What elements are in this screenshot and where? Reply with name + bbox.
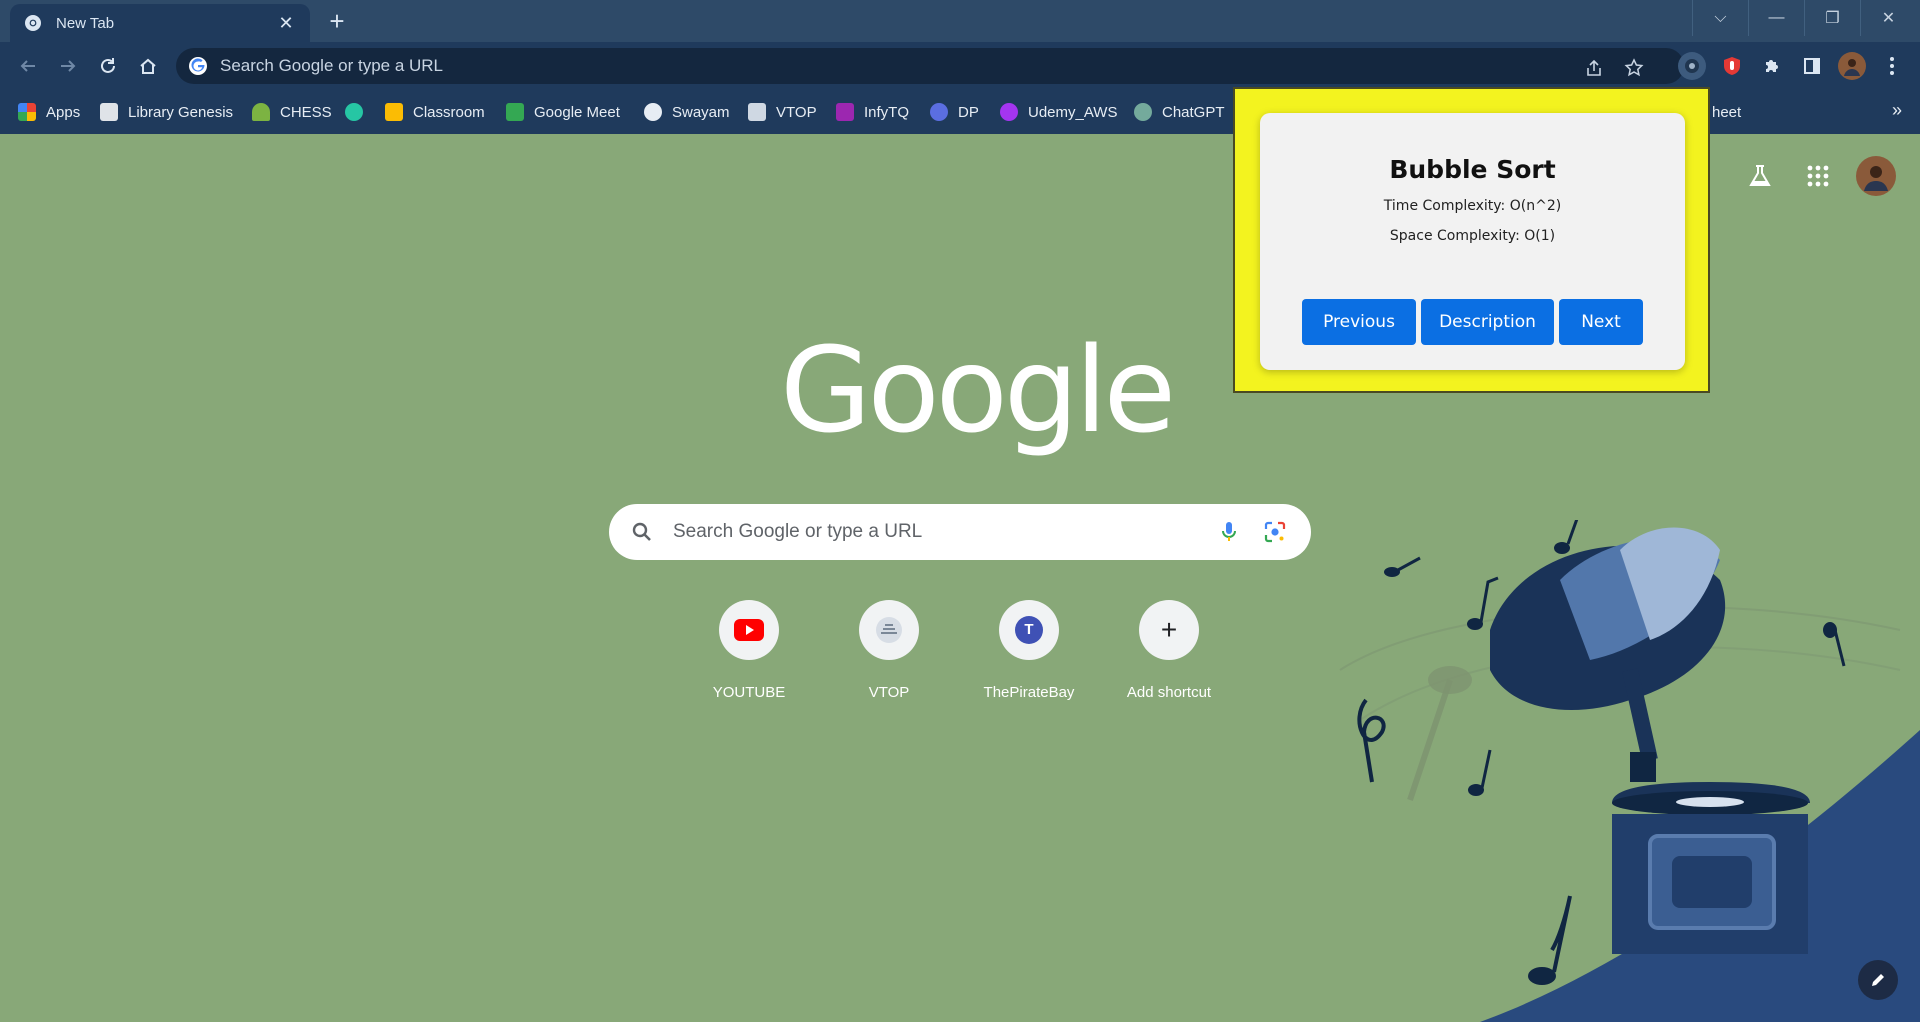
space-complexity: Space Complexity: O(1) — [1389, 228, 1556, 244]
minimize-icon: — — [1768, 9, 1785, 26]
bookmark-apps[interactable]: Apps — [18, 100, 80, 124]
tab-title: New Tab — [56, 14, 115, 32]
toolbar — [0, 42, 1920, 90]
vtop-icon — [876, 617, 902, 643]
bookmark-chess[interactable]: CHESS — [252, 100, 332, 124]
restore-icon: ❐ — [1825, 10, 1840, 27]
bookmark-chatgpt[interactable]: ChatGPT — [1134, 100, 1225, 124]
youtube-icon — [734, 619, 764, 641]
bookmark-sheet[interactable]: heet — [1712, 100, 1741, 124]
back-button[interactable] — [14, 52, 42, 80]
chess-pawn-icon — [252, 103, 270, 121]
shortcut-label: Add shortcut — [1126, 684, 1212, 701]
time-complexity: Time Complexity: O(n^2) — [1383, 198, 1562, 214]
google-apps-icon[interactable] — [1798, 156, 1838, 196]
new-tab-button[interactable]: + — [322, 8, 352, 36]
shortcut-add[interactable]: + Add shortcut — [1109, 600, 1229, 701]
tab-close-icon[interactable]: ✕ — [276, 13, 296, 34]
bookmark-library-genesis[interactable]: Library Genesis — [100, 100, 233, 124]
dp-icon — [930, 103, 948, 121]
google-g-icon — [189, 57, 207, 75]
bookmark-classroom[interactable]: Classroom — [385, 100, 485, 124]
bookmarks-overflow-button[interactable]: » — [1892, 100, 1902, 121]
apps-grid-icon — [18, 103, 36, 121]
next-button[interactable]: Next — [1559, 299, 1643, 345]
bookmark-google-meet[interactable]: Google Meet — [506, 100, 620, 124]
letter-t-icon: T — [1015, 616, 1043, 644]
address-bar[interactable] — [176, 48, 1684, 84]
bookmark-vtop[interactable]: VTOP — [748, 100, 817, 124]
back-arrow-icon — [20, 60, 35, 72]
shortcut-youtube[interactable]: YOUTUBE — [689, 600, 809, 701]
voice-search-mic-icon[interactable] — [1215, 518, 1243, 546]
bookmark-star-icon[interactable] — [1622, 56, 1646, 80]
cb-icon — [345, 103, 363, 121]
google-logo: Google — [780, 321, 1176, 459]
bookmark-swayam[interactable]: Swayam — [644, 100, 730, 124]
search-input[interactable] — [673, 521, 1197, 543]
shortcut-label: YOUTUBE — [712, 684, 786, 701]
extension-popup: Bubble Sort Time Complexity: O(n^2) Spac… — [1233, 87, 1710, 393]
shortcut-label: VTOP — [868, 684, 910, 701]
reload-icon — [101, 58, 115, 73]
labs-flask-icon[interactable] — [1740, 156, 1780, 196]
shortcut-vtop[interactable]: VTOP — [829, 600, 949, 701]
globe-icon — [644, 103, 662, 121]
shortcut-thepiratebay[interactable]: T ThePirateBay — [969, 600, 1089, 701]
chatgpt-icon — [1134, 103, 1152, 121]
google-lens-icon[interactable] — [1261, 518, 1289, 546]
search-icon — [632, 522, 651, 541]
minimize-button[interactable]: — — [1748, 0, 1804, 36]
extensions-puzzle-icon[interactable] — [1758, 52, 1786, 80]
side-panel-icon[interactable] — [1798, 52, 1826, 80]
menu-kebab-icon[interactable] — [1878, 52, 1906, 80]
close-icon: ✕ — [1881, 10, 1896, 27]
classroom-icon — [385, 103, 403, 121]
gramophone-illustration — [1339, 520, 1920, 1022]
search-box[interactable] — [609, 504, 1311, 560]
ntp-header-icons — [1740, 156, 1896, 196]
pencil-icon — [1872, 974, 1884, 986]
profile-avatar[interactable] — [1838, 52, 1866, 80]
previous-button[interactable]: Previous — [1302, 299, 1416, 345]
bookmark-infytq[interactable]: InfyTQ — [836, 100, 909, 124]
bookmark-udemy-aws[interactable]: Udemy_AWS — [1000, 100, 1117, 124]
plus-icon: + — [1160, 614, 1178, 645]
bookmark-cb[interactable] — [345, 100, 373, 124]
tab-search-button[interactable]: ⌵ — [1692, 0, 1748, 36]
algorithm-title: Bubble Sort — [1389, 155, 1556, 184]
forward-arrow-icon — [61, 60, 76, 72]
account-avatar[interactable] — [1856, 156, 1896, 196]
shortcut-label: ThePirateBay — [983, 684, 1075, 701]
chrome-icon — [24, 14, 42, 32]
bookmark-dp[interactable]: DP — [930, 100, 979, 124]
reload-button[interactable] — [94, 52, 122, 80]
forward-button[interactable] — [54, 52, 82, 80]
restore-button[interactable]: ❐ — [1804, 0, 1860, 36]
sort-extension-icon[interactable] — [1678, 52, 1706, 80]
infytq-icon — [836, 103, 854, 121]
udemy-icon — [1000, 103, 1018, 121]
home-icon — [140, 58, 156, 74]
google-meet-icon — [506, 103, 524, 121]
vtop-icon — [748, 103, 766, 121]
library-genesis-icon — [100, 103, 118, 121]
share-icon[interactable] — [1582, 56, 1606, 80]
algorithm-card: Bubble Sort Time Complexity: O(n^2) Spac… — [1260, 113, 1685, 370]
address-input[interactable] — [220, 56, 1520, 76]
popup-button-row: Previous Description Next — [1302, 299, 1643, 345]
description-button[interactable]: Description — [1421, 299, 1554, 345]
tab-strip: New Tab ✕ + ⌵ — ❐ ✕ — [0, 0, 1920, 42]
chevron-down-icon: ⌵ — [1714, 9, 1727, 26]
tab-new-tab[interactable]: New Tab ✕ — [10, 4, 310, 42]
close-window-button[interactable]: ✕ — [1860, 0, 1916, 36]
adblock-icon[interactable] — [1718, 52, 1746, 80]
customize-pencil-button[interactable] — [1858, 960, 1898, 1000]
home-button[interactable] — [134, 52, 162, 80]
